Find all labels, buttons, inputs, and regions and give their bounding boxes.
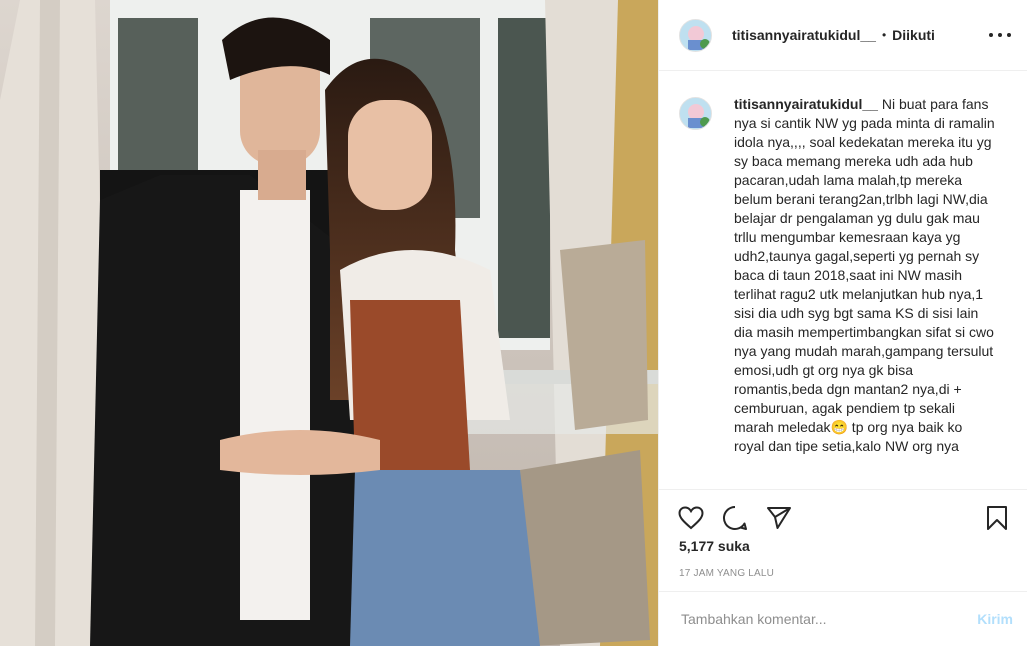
post-header: titisannyairatukidul__ • Diikuti [659,0,1027,71]
avatar-image [680,19,711,51]
comment-input[interactable] [679,610,978,628]
action-bar [659,489,1027,545]
bookmark-icon[interactable] [983,504,1011,532]
avatar[interactable] [679,18,712,52]
post-comment-button[interactable]: Kirim [977,611,1013,627]
caption-avatar[interactable] [679,97,712,130]
avatar-image [680,98,711,129]
follow-separator: • [881,28,887,42]
post-sidebar: titisannyairatukidul__ • Diikuti titisan… [658,0,1027,646]
header-username[interactable]: titisannyairatukidul__ [732,27,876,43]
post-timestamp[interactable]: 17 JAM YANG LALU [679,568,774,579]
heart-icon[interactable] [677,504,705,532]
like-count[interactable]: 5,177 suka [679,538,750,554]
post-image[interactable] [0,0,658,646]
more-options-icon[interactable] [989,25,1011,45]
caption-section[interactable]: titisannyairatukidul__ Ni buat para fans… [659,71,1027,489]
caption-body: Ni buat para fans nya si cantik NW yg pa… [734,96,995,454]
comment-icon[interactable] [721,504,749,532]
caption-text: titisannyairatukidul__ Ni buat para fans… [734,95,996,456]
share-icon[interactable] [765,504,793,532]
following-button[interactable]: Diikuti [892,27,935,43]
comment-box: Kirim [659,591,1027,646]
caption-username[interactable]: titisannyairatukidul__ [734,96,878,112]
post-photo-illustration [0,0,658,646]
